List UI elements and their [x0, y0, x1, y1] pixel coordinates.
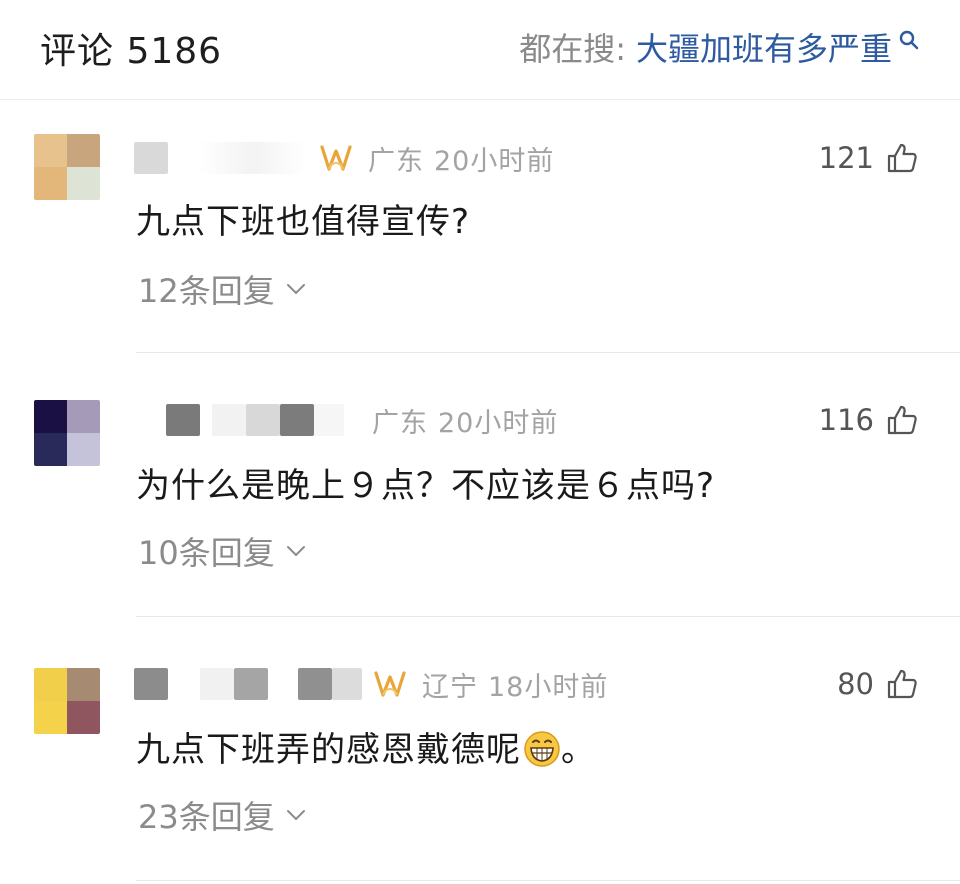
comment-text: 九点下班也值得宣传?: [136, 202, 471, 242]
thumbs-up-icon[interactable]: [886, 142, 918, 174]
like-control[interactable]: 116: [819, 400, 918, 440]
comment-time: 20小时前: [434, 145, 555, 177]
comment-text: 九点下班弄的感恩戴德呢: [136, 730, 521, 770]
comment-author-row: 广东 20小时前: [134, 138, 554, 178]
like-count: 121: [818, 141, 874, 175]
vip-badge-icon: [320, 145, 352, 171]
vip-badge-icon: [374, 671, 406, 697]
like-control[interactable]: 121: [819, 138, 918, 178]
search-icon[interactable]: [898, 29, 920, 51]
like-control[interactable]: 80: [837, 664, 918, 704]
username-blurred: [198, 142, 308, 174]
comment-text: 为什么是晚上９点？不应该是６点吗?: [136, 466, 716, 506]
username-blurred: [314, 404, 344, 436]
comment-location: 广东: [368, 145, 424, 177]
replies-count: 12条回复: [138, 272, 275, 310]
comments-count-title: 评论 5186: [40, 31, 223, 72]
thumbs-up-icon[interactable]: [886, 404, 918, 436]
chevron-down-icon: [286, 810, 305, 821]
replies-count: 23条回复: [138, 798, 275, 836]
replies-toggle[interactable]: 10条回复: [138, 528, 307, 574]
username-blurred: [280, 404, 314, 436]
trending-search-link[interactable]: 都在搜: 大疆加班有多严重: [519, 24, 920, 70]
like-count: 116: [818, 403, 874, 437]
chevron-down-icon: [286, 284, 305, 295]
username-blurred: [212, 404, 246, 436]
avatar[interactable]: [34, 400, 100, 466]
comment-text-row: 九点下班弄的感恩戴德呢 。: [136, 722, 596, 771]
trending-label: 都在搜:: [519, 30, 626, 68]
thumbs-up-icon[interactable]: [886, 668, 918, 700]
replies-toggle[interactable]: 23条回复: [138, 792, 307, 838]
username-blurred[interactable]: [134, 668, 168, 700]
comment-author-row: 广东 20小时前: [134, 400, 558, 440]
comments-panel: 评论 5186 都在搜: 大疆加班有多严重 广东 20小时前 121 九点下班也…: [0, 0, 960, 884]
grinning-face-emoji-icon: [524, 730, 560, 767]
replies-toggle[interactable]: 12条回复: [138, 266, 307, 312]
avatar[interactable]: [34, 134, 100, 200]
comment-author-row: 辽宁 18小时前: [134, 664, 608, 704]
username-blurred[interactable]: [134, 142, 168, 174]
username-blurred: [234, 668, 268, 700]
comment-time: 20小时前: [438, 407, 559, 439]
divider: [136, 880, 960, 881]
username-blurred: [200, 668, 234, 700]
comment-location: 广东: [372, 407, 428, 439]
chevron-down-icon: [286, 546, 305, 557]
divider: [136, 352, 960, 353]
username-blurred: [298, 668, 332, 700]
username-blurred[interactable]: [166, 404, 200, 436]
comments-header: 评论 5186 都在搜: 大疆加班有多严重: [0, 0, 960, 100]
replies-count: 10条回复: [138, 534, 275, 572]
avatar[interactable]: [34, 668, 100, 734]
comment-time: 18小时前: [488, 671, 609, 703]
username-blurred: [246, 404, 280, 436]
comment-text-suffix: 。: [561, 730, 596, 770]
username-blurred: [332, 668, 362, 700]
divider: [136, 616, 960, 617]
like-count: 80: [837, 667, 874, 701]
trending-topic[interactable]: 大疆加班有多严重: [636, 24, 892, 70]
comment-location: 辽宁: [422, 671, 478, 703]
